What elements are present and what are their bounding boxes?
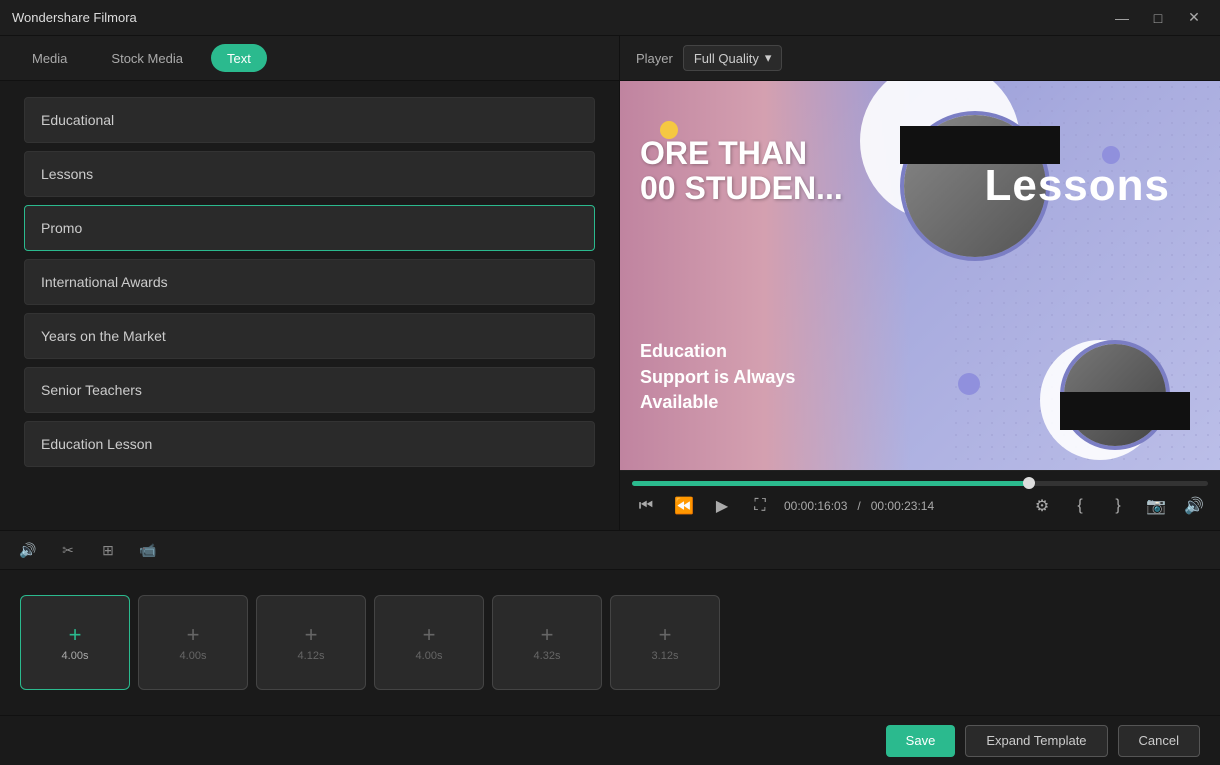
player-label: Player [636, 51, 673, 66]
black-bar-1 [900, 126, 1060, 164]
list-item-promo[interactable]: Promo [24, 205, 595, 251]
clip-duration-3: 4.12s [298, 650, 325, 662]
controls-row: ⏮ ⏪ ▶ ⛶ 00:00:16:03 / 00:00:23:14 ⚙ { } … [632, 492, 1208, 520]
save-button[interactable]: Save [886, 725, 956, 757]
player-controls: ⏮ ⏪ ▶ ⛶ 00:00:16:03 / 00:00:23:14 ⚙ { } … [620, 470, 1220, 530]
settings-button[interactable]: ⚙ [1028, 492, 1056, 520]
bottom-buttons: Save Expand Template Cancel [0, 715, 1220, 765]
preview-sub-text: Education Support is Always Available [640, 339, 795, 415]
add-clip-icon-1: + [69, 624, 82, 646]
back-frame-button[interactable]: ⏪ [670, 492, 698, 520]
progress-bar[interactable] [632, 481, 1208, 486]
tab-stock-media[interactable]: Stock Media [95, 44, 199, 72]
add-clip-icon-6: + [659, 624, 672, 646]
timeline-clips: + 4.00s + 4.00s + 4.12s + 4.00s + 4.32s … [0, 570, 1220, 715]
left-panel: Media Stock Media Text Educational Lesso… [0, 36, 620, 530]
crop-icon[interactable]: ✂ [56, 538, 80, 562]
video-preview: ORE THAN 00 STUDEN... Lessons Education … [620, 81, 1220, 470]
play-button[interactable]: ▶ [708, 492, 736, 520]
black-bar-2 [1060, 392, 1190, 430]
main-layout: Media Stock Media Text Educational Lesso… [0, 36, 1220, 530]
clip-duration-1: 4.00s [62, 650, 89, 662]
transform-icon[interactable]: ⊞ [96, 538, 120, 562]
list-item-international-awards[interactable]: International Awards [24, 259, 595, 305]
clip-5[interactable]: + 4.32s [492, 595, 602, 690]
tab-media[interactable]: Media [16, 44, 83, 72]
camera-icon[interactable]: 📹 [136, 538, 160, 562]
add-clip-icon-2: + [187, 624, 200, 646]
time-total: 00:00:23:14 [871, 499, 934, 513]
list-item-education-lesson[interactable]: Education Lesson [24, 421, 595, 467]
progress-fill [632, 481, 1029, 486]
quality-label: Full Quality [694, 51, 759, 66]
bracket-close-button[interactable]: } [1104, 492, 1132, 520]
time-separator: / [857, 499, 860, 513]
list-item-years-on-market[interactable]: Years on the Market [24, 313, 595, 359]
player-header: Player Full Quality ▾ [620, 36, 1220, 81]
preview-background: ORE THAN 00 STUDEN... Lessons Education … [620, 81, 1220, 470]
clip-duration-2: 4.00s [180, 650, 207, 662]
clip-1[interactable]: + 4.00s [20, 595, 130, 690]
preview-main-text: ORE THAN 00 STUDEN... [640, 136, 843, 206]
app-title: Wondershare Filmora [12, 10, 137, 25]
audio-icon[interactable]: 🔊 [16, 538, 40, 562]
add-clip-icon-3: + [305, 624, 318, 646]
controls-right: ⚙ { } 📷 🔊 [1028, 492, 1208, 520]
controls-left: ⏮ ⏪ ▶ ⛶ 00:00:16:03 / 00:00:23:14 [632, 492, 934, 520]
clip-duration-6: 3.12s [652, 650, 679, 662]
bottom-toolbar: 🔊 ✂ ⊞ 📹 [0, 530, 1220, 570]
tab-text[interactable]: Text [211, 44, 267, 72]
minimize-button[interactable]: — [1108, 8, 1136, 28]
clip-duration-4: 4.00s [416, 650, 443, 662]
snapshot-button[interactable]: 📷 [1142, 492, 1170, 520]
close-button[interactable]: ✕ [1180, 8, 1208, 28]
list-item-senior-teachers[interactable]: Senior Teachers [24, 367, 595, 413]
preview-lessons-text: Lessons [984, 161, 1170, 211]
list-item-lessons[interactable]: Lessons [24, 151, 595, 197]
bracket-open-button[interactable]: { [1066, 492, 1094, 520]
clip-duration-5: 4.32s [534, 650, 561, 662]
chevron-down-icon: ▾ [765, 50, 772, 66]
quality-dropdown[interactable]: Full Quality ▾ [683, 45, 783, 71]
progress-handle[interactable] [1023, 477, 1035, 489]
fullscreen-button[interactable]: ⛶ [746, 492, 774, 520]
titlebar: Wondershare Filmora — □ ✕ [0, 0, 1220, 36]
expand-template-button[interactable]: Expand Template [965, 725, 1107, 757]
maximize-button[interactable]: □ [1144, 8, 1172, 28]
clip-4[interactable]: + 4.00s [374, 595, 484, 690]
window-controls: — □ ✕ [1108, 8, 1208, 28]
timeline: + 4.00s + 4.00s + 4.12s + 4.00s + 4.32s … [0, 570, 1220, 715]
add-clip-icon-4: + [423, 624, 436, 646]
small-circle-purple-2 [958, 373, 980, 395]
rewind-button[interactable]: ⏮ [632, 492, 660, 520]
clip-3[interactable]: + 4.12s [256, 595, 366, 690]
add-clip-icon-5: + [541, 624, 554, 646]
template-list: Educational Lessons Promo International … [0, 81, 619, 530]
clip-6[interactable]: + 3.12s [610, 595, 720, 690]
right-panel: Player Full Quality ▾ [620, 36, 1220, 530]
tab-bar: Media Stock Media Text [0, 36, 619, 81]
volume-button[interactable]: 🔊 [1180, 492, 1208, 520]
cancel-button[interactable]: Cancel [1118, 725, 1200, 757]
clip-2[interactable]: + 4.00s [138, 595, 248, 690]
list-item-educational[interactable]: Educational [24, 97, 595, 143]
time-current: 00:00:16:03 [784, 499, 847, 513]
